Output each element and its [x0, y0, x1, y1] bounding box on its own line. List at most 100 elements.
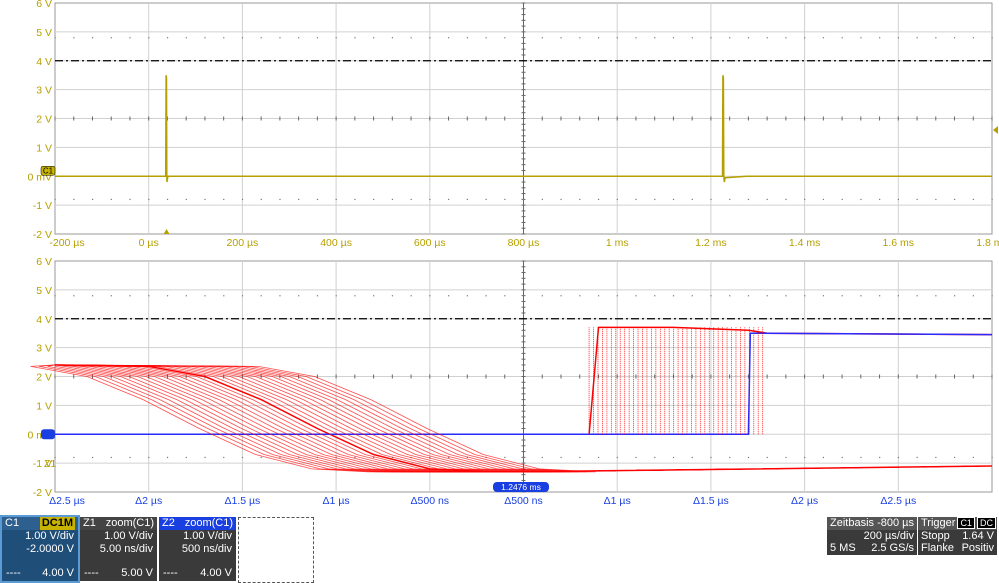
grid-dot	[73, 295, 75, 297]
persistence-trace	[47, 364, 993, 473]
grid-dot	[860, 295, 862, 297]
grid-dot	[166, 456, 169, 459]
grid-dot	[429, 198, 431, 201]
grid-dot	[560, 295, 562, 297]
z2-ground-marker	[41, 429, 55, 440]
timebase-samples: 5 MS	[830, 542, 856, 554]
grid-dot	[841, 198, 843, 201]
grid-dot	[579, 456, 581, 459]
grid-dot	[766, 456, 768, 459]
grid-dot	[354, 37, 356, 39]
c1-vdiv: 1.00 V/div	[25, 530, 74, 542]
grid-dot	[504, 456, 506, 459]
grid-dot	[166, 198, 169, 201]
grid-dot	[579, 37, 581, 39]
grid-dot	[204, 295, 206, 297]
grid-dot	[54, 198, 56, 201]
x-tick-label: 1.6 ms	[883, 237, 915, 249]
grid-dot	[504, 37, 506, 39]
trigger-tag-c1: C1	[957, 517, 975, 529]
grid-dot	[804, 37, 806, 39]
grid-dot	[354, 295, 356, 297]
grid-dot	[148, 456, 150, 459]
grid-dot	[672, 198, 675, 201]
y-tick-label: -1 V	[33, 200, 52, 212]
x-tick-label: Δ2 µs	[135, 495, 162, 507]
grid-dot	[73, 37, 75, 39]
grid-dot	[91, 456, 94, 459]
trigger-box[interactable]: Trigger C1 DC Stopp 1.64 V Flanke Positiv	[918, 517, 997, 555]
grid-dot	[335, 37, 337, 39]
grid-dot	[523, 295, 525, 297]
grid-dot	[466, 198, 468, 201]
center-position-label: 1.2476 ms	[501, 482, 541, 492]
grid-dot	[204, 198, 206, 201]
grid-dot	[879, 295, 881, 297]
grid-dot	[747, 37, 750, 39]
grid-dot	[766, 37, 768, 39]
x-tick-label: Δ2.5 µs	[880, 495, 916, 507]
grid-dot	[616, 295, 618, 297]
grid-dot	[91, 198, 94, 201]
grid-dot	[991, 37, 993, 39]
grid-dot	[635, 37, 637, 39]
grid-dot	[204, 456, 206, 459]
grid-dot	[729, 198, 731, 201]
grid-dot	[972, 198, 974, 201]
grid-dot	[954, 198, 956, 201]
grid-dot	[785, 295, 787, 297]
grid-dot	[279, 37, 281, 39]
grid-dot	[672, 295, 675, 297]
grid-dot	[560, 198, 562, 201]
grid-dot	[654, 198, 656, 201]
grid-dot	[597, 295, 600, 297]
c1-coupling: DC1M	[39, 517, 75, 530]
grid-dot	[916, 198, 918, 201]
grid-dot	[523, 456, 525, 459]
grid-dot	[804, 295, 806, 297]
grid-dot	[729, 295, 731, 297]
x-tick-label: 600 µs	[414, 237, 446, 249]
grid-dot	[223, 295, 225, 297]
zoom-z2-box[interactable]: Z2 zoom(C1) 1.00 V/div 500 ns/div ---- 4.0…	[159, 517, 236, 581]
grid-dot	[110, 37, 112, 39]
grid-dot	[448, 198, 450, 201]
y-tick-label: 5 V	[36, 285, 52, 297]
z2-tdiv: 500 ns/div	[181, 543, 232, 555]
grid-dot	[879, 37, 881, 39]
grid-dot	[391, 198, 394, 201]
grid-dot	[298, 295, 300, 297]
grid-dot	[860, 37, 862, 39]
grid-dot	[954, 456, 956, 459]
grid-dot	[710, 37, 712, 39]
y-tick-label: 2 V	[36, 372, 52, 384]
grid-dot	[991, 198, 993, 201]
trigger-type: Flanke	[921, 542, 955, 554]
grid-dot	[672, 456, 675, 459]
grid-dot	[616, 37, 618, 39]
grid-dot	[579, 295, 581, 297]
grid-dot	[91, 37, 94, 39]
empty-slot[interactable]	[238, 517, 314, 583]
x-tick-label: 1.2 ms	[695, 237, 727, 249]
persistence-trace	[30, 364, 993, 473]
grid-dot	[785, 456, 787, 459]
grid-dot	[91, 295, 94, 297]
grid-dot	[635, 295, 637, 297]
timebase-box[interactable]: Zeitbasis -800 µs 200 µs/div 5 MS 2.5 GS/s	[827, 517, 917, 555]
grid-dot	[148, 198, 150, 201]
grid-dot	[560, 456, 562, 459]
zoom-z1-box[interactable]: Z1 zoom(C1) 1.00 V/div 5.00 ns/div ---- 5.…	[80, 517, 157, 581]
grid-dot	[841, 295, 843, 297]
grid-dot	[635, 198, 637, 201]
grid-dot	[448, 456, 450, 459]
grid-dot	[822, 37, 825, 39]
channel-c1-box[interactable]: C1 DC1M 1.00 V/div -2.0000 V ---- 4.00 V	[0, 515, 80, 583]
grid-dot	[429, 37, 431, 39]
grid-dot	[241, 37, 244, 39]
grid-dot	[166, 37, 169, 39]
x-tick-label: Δ500 ns	[411, 495, 450, 507]
grid-dot	[54, 37, 56, 39]
trigger-level: 1.64 V	[962, 530, 994, 542]
grid-dot	[448, 295, 450, 297]
